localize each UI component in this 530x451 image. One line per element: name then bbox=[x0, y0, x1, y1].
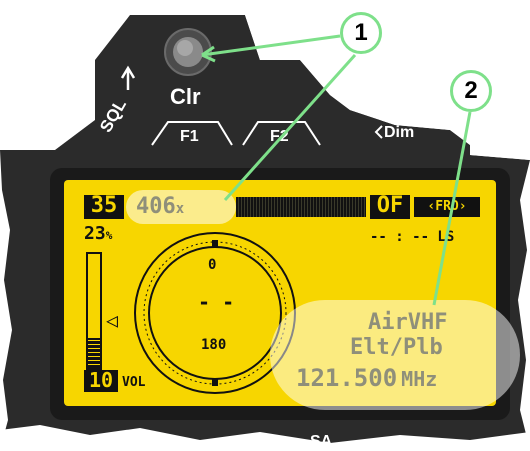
callout-2-leader bbox=[432, 111, 472, 306]
callout-1: 1 bbox=[340, 12, 382, 54]
callout-1-leader bbox=[223, 53, 357, 202]
callout-2: 2 bbox=[450, 70, 492, 112]
callout-lines bbox=[201, 34, 472, 306]
callout-1-arrow bbox=[201, 34, 341, 57]
